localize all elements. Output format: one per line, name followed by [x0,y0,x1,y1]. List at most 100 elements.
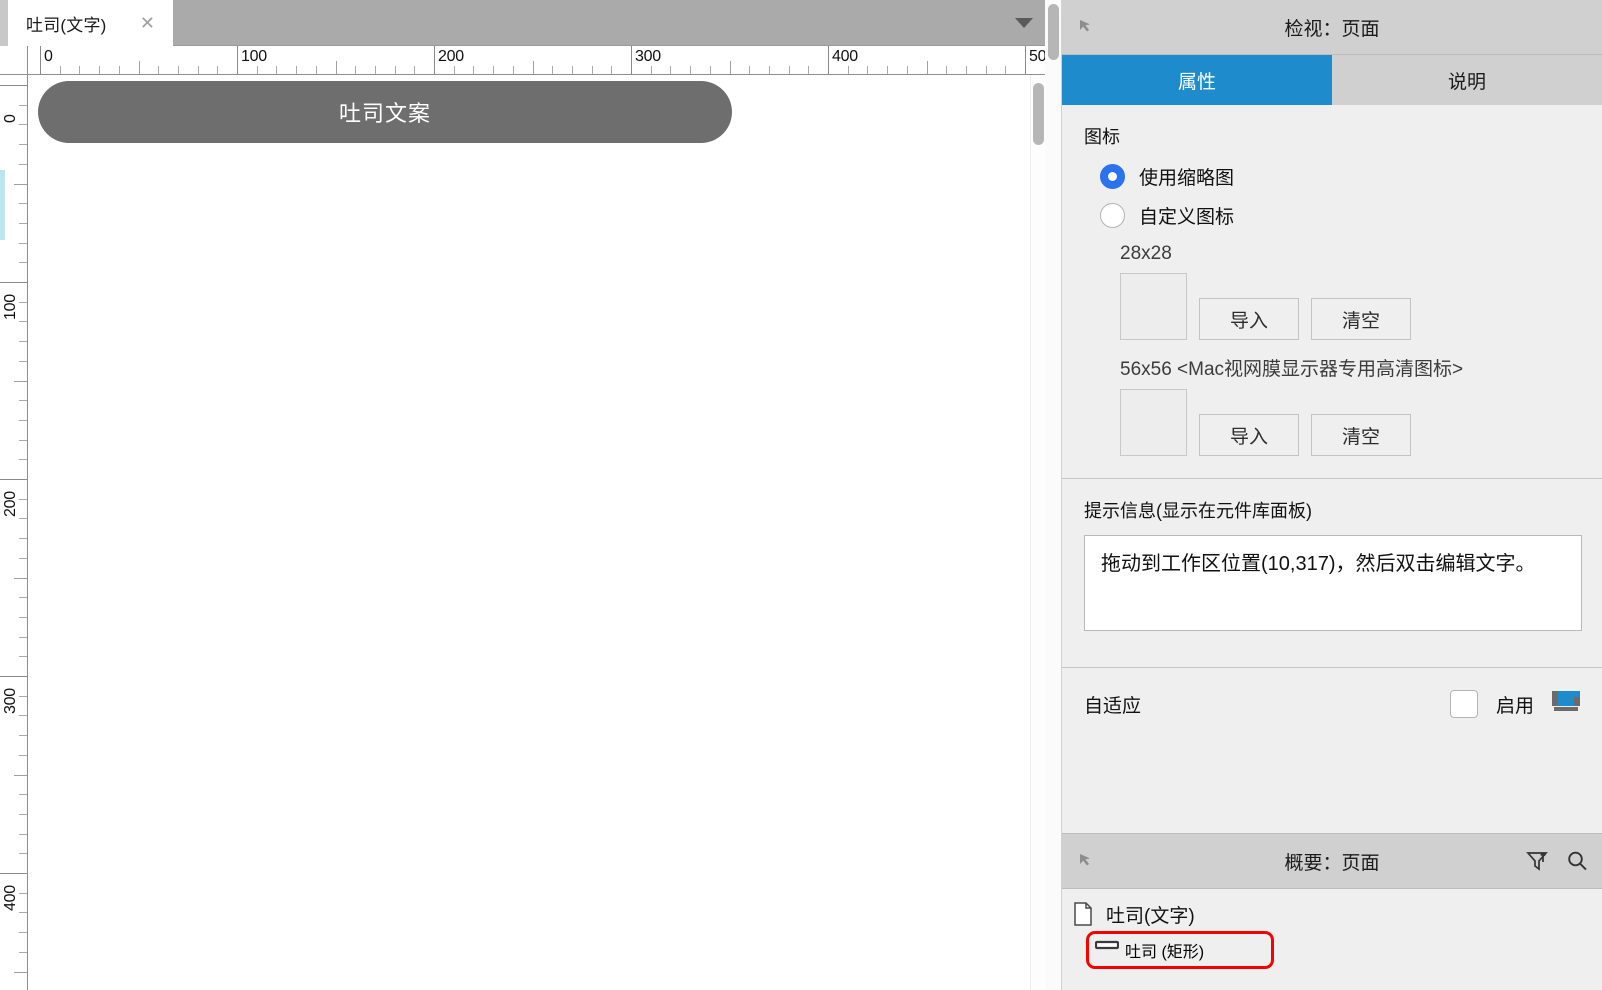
ruler-label: 200 [2,491,19,517]
ruler-tick-minor [19,833,27,835]
ruler-tick-minor [768,66,770,74]
tab-notes[interactable]: 说明 [1332,55,1602,105]
ruler-label: 400 [2,885,19,911]
canvas-vertical-scrollbar[interactable] [1030,75,1045,990]
chevron-down-icon[interactable] [1015,17,1033,28]
ruler-tick-minor [19,439,27,441]
filter-icon[interactable] [1526,850,1548,872]
panel-body: 检视：页面 属性 说明 图标 使用缩略图 自定义图标 28x28 导入 清空 5… [1062,0,1602,990]
icon-section: 图标 使用缩略图 自定义图标 28x28 导入 清空 56x56 <Mac视网膜… [1062,123,1602,456]
inspector-tabs: 属性 说明 [1062,55,1602,105]
ruler-tick-minor [19,912,27,914]
toast-text: 吐司文案 [338,101,431,126]
application-window: 吐司(文字) ✕ 0100200300400500 0100200300400 … [0,0,1602,990]
ruler-tick-minor [611,66,613,74]
ruler-tick-minor [19,262,27,264]
tip-section: 提示信息(显示在元件库面板) 拖动到工作区位置(10,317)，然后双击编辑文字… [1062,497,1602,631]
ruler-tick-minor [296,66,298,74]
ruler-tick-minor [19,242,27,244]
tip-text-input[interactable]: 拖动到工作区位置(10,317)，然后双击编辑文字。 [1084,535,1582,631]
ruler-tick-minor [946,66,948,74]
tree-node-page-label: 吐司(文字) [1106,905,1195,927]
ruler-tick-minor [14,774,27,776]
ruler-tick-minor [19,459,27,461]
ruler-tick-minor [19,321,27,323]
tree-node-shape-label: 吐司 (矩形) [1125,944,1205,961]
ruler-tick-major [237,46,238,74]
ruler-tick-minor [276,66,278,74]
ruler-label: 300 [635,48,661,65]
ruler-tick-minor [19,144,27,146]
vertical-ruler[interactable]: 0 100 200 300 400 [0,75,28,990]
ruler-tick-major [40,46,41,74]
tip-section-label: 提示信息(显示在元件库面板) [1084,501,1312,521]
ruler-tick-minor [19,360,27,362]
ruler-tick-minor [315,66,317,74]
ruler-tick-minor [19,754,27,756]
ruler-tick-minor [552,66,554,74]
clear-button-28[interactable]: 清空 [1311,298,1411,340]
canvas-scrollbar-thumb[interactable] [1033,83,1044,145]
ruler-tick-minor [19,163,27,165]
ruler-tick-minor [867,66,869,74]
ruler-tick-minor [19,597,27,599]
panel-vertical-scrollbar[interactable] [1045,0,1062,990]
horizontal-ruler[interactable]: 0 100 200 300 400 500 [28,46,1045,75]
toast-rectangle-widget[interactable]: 吐司文案 [38,81,732,143]
ruler-tick-minor [591,66,593,74]
ruler-tick-minor [138,61,140,74]
search-icon[interactable] [1566,850,1588,872]
radio-custom-icon[interactable]: 自定义图标 [1100,202,1580,229]
ruler-tick-minor [59,66,61,74]
ruler-label: 100 [241,48,267,65]
canvas-surface[interactable]: 吐司文案 [28,75,1045,990]
icon-preview-56[interactable] [1120,389,1187,456]
ruler-tick-minor [19,636,27,638]
ruler-tick-minor [453,66,455,74]
tab-properties[interactable]: 属性 [1062,55,1332,105]
tab-page-toast[interactable]: 吐司(文字) ✕ [8,0,173,46]
collapse-arrow-icon[interactable] [1078,852,1096,870]
adaptive-label: 自适应 [1084,695,1142,717]
ruler-label: 200 [438,48,464,65]
ruler-tick-minor [808,66,810,74]
right-panel: 检视：页面 属性 说明 图标 使用缩略图 自定义图标 28x28 导入 清空 5… [1045,0,1602,990]
import-button-56[interactable]: 导入 [1199,414,1299,456]
radio-icon-unchecked[interactable] [1100,203,1125,228]
icon-preview-28[interactable] [1120,273,1187,340]
ruler-tick-minor [14,380,27,382]
ruler-tick-minor [14,577,27,579]
inspector-header: 检视：页面 [1062,0,1602,55]
ruler-tick-minor [512,66,514,74]
outline-title: 概要：页面 [1284,852,1380,874]
ruler-tick-minor [19,518,27,520]
radio-use-thumbnail[interactable]: 使用缩略图 [1100,163,1580,190]
ruler-selection-indicator [0,170,5,240]
tree-node-shape[interactable]: 吐司 (矩形) [1086,931,1274,969]
ruler-tick-minor [14,971,27,973]
panel-scrollbar-thumb[interactable] [1048,4,1059,60]
close-icon[interactable]: ✕ [140,14,155,32]
ruler-label: 0 [44,48,53,65]
icon-size-56-label: 56x56 <Mac视网膜显示器专用高清图标> [1120,359,1464,380]
ruler-label: 300 [2,688,19,714]
ruler-tick-minor [906,66,908,74]
ruler-label: 400 [832,48,858,65]
ruler-tick-minor [177,66,179,74]
adaptive-enable-checkbox[interactable] [1449,690,1478,718]
ruler-tick-minor [788,66,790,74]
tree-node-page[interactable]: 吐司(文字) [1062,897,1602,931]
ruler-corner [0,46,28,75]
collapse-arrow-icon[interactable] [1078,18,1096,36]
import-button-28[interactable]: 导入 [1199,298,1299,340]
clear-button-56[interactable]: 清空 [1311,414,1411,456]
ruler-tick-major [1025,46,1026,74]
ruler-tick-minor [887,66,889,74]
ruler-tick-major [0,873,27,874]
ruler-tick-major [0,479,27,480]
icon-size-28-row: 导入 清空 [1120,273,1580,340]
ruler-tick-minor [19,203,27,205]
device-preview-icon[interactable] [1552,690,1580,718]
radio-icon-checked[interactable] [1100,164,1125,189]
ruler-tick-minor [749,66,751,74]
